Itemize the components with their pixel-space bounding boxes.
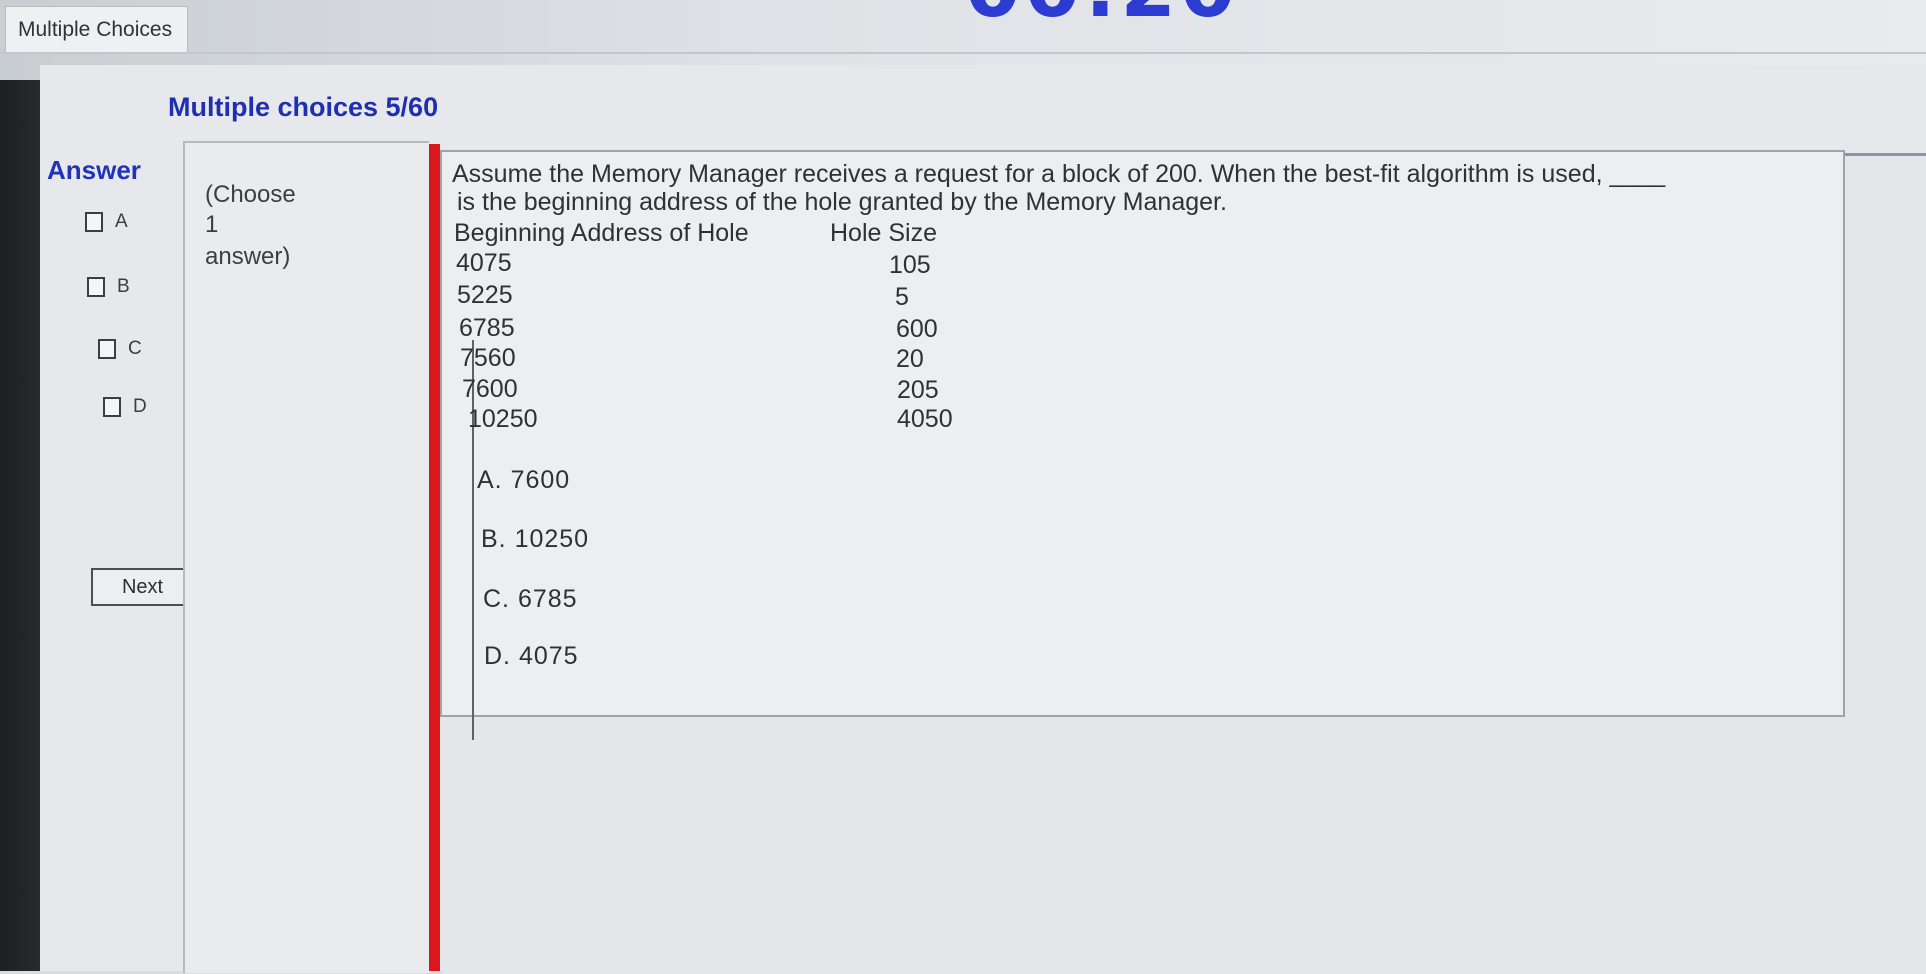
choice-b-label: B — [117, 276, 130, 297]
choice-c-label: C — [128, 338, 142, 359]
instruction-line-2: 1 — [205, 211, 219, 238]
answer-label: Answer — [47, 155, 141, 185]
hole-address: 4075 — [456, 249, 512, 277]
choice-b[interactable]: B — [87, 276, 130, 298]
question-accent-bar — [429, 144, 440, 971]
hole-address: 6785 — [459, 314, 515, 342]
hole-size: 105 — [889, 251, 931, 279]
checkbox-c[interactable] — [98, 339, 116, 359]
hole-address: 5225 — [457, 281, 513, 309]
hole-size: 5 — [895, 283, 909, 311]
hole-size: 20 — [896, 345, 924, 373]
option-c: C. 6785 — [483, 585, 578, 613]
tab-multiple-choices[interactable]: Multiple Choices — [5, 6, 188, 52]
table-header-address: Beginning Address of Hole — [454, 219, 749, 247]
hole-size: 4050 — [897, 405, 953, 433]
next-button[interactable]: Next — [91, 568, 194, 606]
choice-d[interactable]: D — [103, 396, 147, 418]
hole-size: 600 — [896, 315, 938, 343]
choice-a[interactable]: A — [85, 211, 128, 233]
hole-size: 205 — [897, 376, 939, 404]
question-line-1: Assume the Memory Manager receives a req… — [452, 160, 1666, 188]
question-line-2: is the beginning address of the hole gra… — [457, 188, 1227, 216]
checkbox-a[interactable] — [85, 212, 103, 232]
option-d: D. 4075 — [484, 642, 579, 670]
option-a: A. 7600 — [477, 466, 571, 494]
page-title: Multiple choices 5/60 — [168, 92, 439, 122]
checkbox-b[interactable] — [87, 277, 105, 297]
option-b: B. 10250 — [481, 525, 590, 553]
hole-address: 7600 — [462, 375, 518, 403]
instruction-line-1: (Choose — [205, 181, 296, 208]
choice-d-label: D — [133, 396, 147, 417]
hole-address: 7560 — [460, 344, 516, 372]
checkbox-d[interactable] — [103, 397, 121, 417]
timer-display: 00:20 — [965, 0, 1240, 35]
table-header-size: Hole Size — [830, 219, 937, 247]
choice-c[interactable]: C — [98, 338, 142, 360]
instruction-text: (Choose 1 answer) — [205, 180, 296, 272]
choice-a-label: A — [115, 211, 128, 232]
hole-address: 10250 — [468, 405, 538, 433]
tab-strip-divider — [0, 52, 1926, 54]
instruction-line-3: answer) — [205, 243, 291, 270]
